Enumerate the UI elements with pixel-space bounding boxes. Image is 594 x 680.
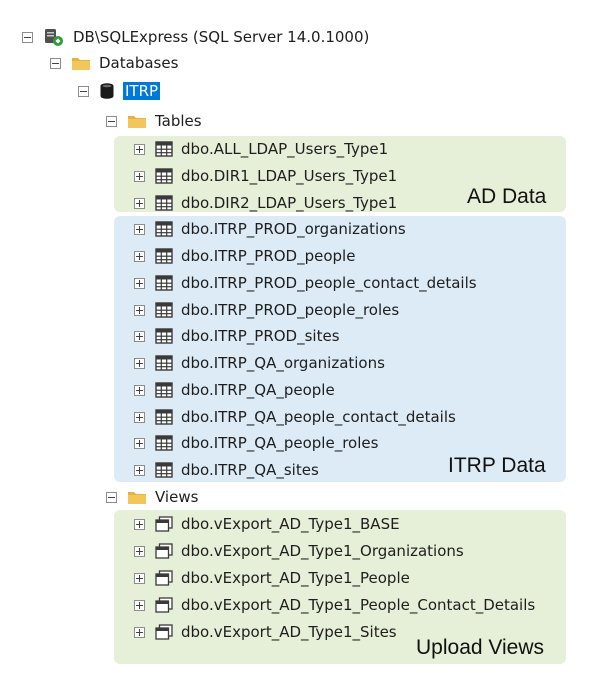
view-node[interactable]: dbo.vExport_AD_Type1_People xyxy=(134,565,410,591)
expand-toggle-icon[interactable] xyxy=(134,304,145,316)
view-icon xyxy=(155,597,173,613)
table-node[interactable]: dbo.DIR1_LDAP_Users_Type1 xyxy=(134,163,397,189)
table-label: dbo.ITRP_PROD_people_contact_details xyxy=(181,274,477,292)
view-node[interactable]: dbo.vExport_AD_Type1_Organizations xyxy=(134,538,464,564)
expand-toggle-icon[interactable] xyxy=(134,357,145,369)
table-label: dbo.ITRP_PROD_people_roles xyxy=(181,301,400,319)
expand-toggle-icon[interactable] xyxy=(134,223,145,235)
table-node[interactable]: dbo.ITRP_PROD_sites xyxy=(134,323,340,349)
folder-icon xyxy=(72,58,90,70)
table-node[interactable]: dbo.ITRP_QA_organizations xyxy=(134,350,385,376)
table-node[interactable]: dbo.ITRP_PROD_people_roles xyxy=(134,297,399,323)
view-node[interactable]: dbo.vExport_AD_Type1_People_Contact_Deta… xyxy=(134,592,535,618)
table-label: dbo.ITRP_QA_people xyxy=(181,381,335,399)
expand-toggle-icon[interactable] xyxy=(134,437,145,449)
view-label: dbo.vExport_AD_Type1_People_Contact_Deta… xyxy=(181,596,536,614)
view-node[interactable]: dbo.vExport_AD_Type1_BASE xyxy=(134,511,400,537)
table-node[interactable]: dbo.ITRP_QA_people_roles xyxy=(134,430,378,456)
expand-toggle-icon[interactable] xyxy=(134,330,145,342)
table-label: dbo.ITRP_PROD_people xyxy=(181,247,356,265)
table-icon xyxy=(155,141,173,157)
ad-data-label: AD Data xyxy=(467,185,547,208)
upload-views-label: Upload Views xyxy=(416,636,545,659)
table-icon xyxy=(155,328,173,344)
table-icon xyxy=(155,355,173,371)
table-label: dbo.ITRP_PROD_sites xyxy=(181,327,340,345)
table-label: dbo.ALL_LDAP_Users_Type1 xyxy=(181,140,389,158)
database-icon xyxy=(100,83,114,99)
tree-node-server[interactable]: DB\SQLExpress (SQL Server 14.0.1000) xyxy=(22,24,369,50)
table-icon xyxy=(155,248,173,264)
expand-toggle-icon[interactable] xyxy=(134,197,145,209)
expand-toggle-icon[interactable] xyxy=(134,143,145,155)
view-icon xyxy=(155,570,173,586)
table-icon xyxy=(155,195,173,211)
table-label: dbo.ITRP_PROD_organizations xyxy=(181,220,406,238)
view-icon xyxy=(155,516,173,532)
table-icon xyxy=(155,462,173,478)
table-node[interactable]: dbo.ITRP_PROD_people_contact_details xyxy=(134,270,477,296)
collapse-toggle-icon[interactable] xyxy=(106,491,117,503)
collapse-toggle-icon[interactable] xyxy=(50,57,61,69)
view-label: dbo.vExport_AD_Type1_Organizations xyxy=(181,542,464,560)
table-label: dbo.ITRP_QA_people_contact_details xyxy=(181,408,456,426)
tree-node-views[interactable]: Views xyxy=(106,484,198,510)
server-icon xyxy=(45,29,63,46)
folder-icon xyxy=(128,116,146,128)
table-node[interactable]: dbo.ALL_LDAP_Users_Type1 xyxy=(134,136,388,162)
table-icon xyxy=(155,221,173,237)
table-label: dbo.ITRP_QA_organizations xyxy=(181,354,385,372)
view-label: dbo.vExport_AD_Type1_BASE xyxy=(181,515,400,533)
table-label: dbo.DIR1_LDAP_Users_Type1 xyxy=(181,167,398,185)
table-label: dbo.ITRP_QA_sites xyxy=(181,461,319,479)
table-icon xyxy=(155,409,173,425)
view-label: dbo.vExport_AD_Type1_People xyxy=(181,569,410,587)
collapse-toggle-icon[interactable] xyxy=(78,85,89,97)
expand-toggle-icon[interactable] xyxy=(134,464,145,476)
table-icon xyxy=(155,435,173,451)
expand-toggle-icon[interactable] xyxy=(134,170,145,182)
table-icon xyxy=(155,302,173,318)
table-node[interactable]: dbo.ITRP_QA_sites xyxy=(134,457,319,483)
view-icon xyxy=(155,624,173,640)
expand-toggle-icon[interactable] xyxy=(134,572,145,584)
table-label: dbo.ITRP_QA_people_roles xyxy=(181,434,379,452)
database-label: ITRP xyxy=(123,82,161,100)
table-node[interactable]: dbo.ITRP_PROD_people xyxy=(134,243,355,269)
itrp-data-label: ITRP Data xyxy=(448,454,546,477)
table-label: dbo.DIR2_LDAP_Users_Type1 xyxy=(181,194,398,212)
table-node[interactable]: dbo.ITRP_QA_people xyxy=(134,377,335,403)
expand-toggle-icon[interactable] xyxy=(134,518,145,530)
tables-label: Tables xyxy=(155,112,202,130)
view-node[interactable]: dbo.vExport_AD_Type1_Sites xyxy=(134,619,397,645)
tree-node-database-itrp[interactable]: ITRP xyxy=(78,78,161,104)
table-node[interactable]: dbo.ITRP_QA_people_contact_details xyxy=(134,404,456,430)
expand-toggle-icon[interactable] xyxy=(134,599,145,611)
expand-toggle-icon[interactable] xyxy=(134,411,145,423)
tree-node-tables[interactable]: Tables xyxy=(106,108,202,134)
table-icon xyxy=(155,168,173,184)
table-node[interactable]: dbo.DIR2_LDAP_Users_Type1 xyxy=(134,190,397,216)
table-icon xyxy=(155,275,173,291)
collapse-toggle-icon[interactable] xyxy=(22,31,33,43)
view-label: dbo.vExport_AD_Type1_Sites xyxy=(181,623,397,641)
expand-toggle-icon[interactable] xyxy=(134,250,145,262)
expand-toggle-icon[interactable] xyxy=(134,545,145,557)
expand-toggle-icon[interactable] xyxy=(134,384,145,396)
folder-icon xyxy=(128,492,146,504)
view-icon xyxy=(155,543,173,559)
collapse-toggle-icon[interactable] xyxy=(106,115,117,127)
table-node[interactable]: dbo.ITRP_PROD_organizations xyxy=(134,216,406,242)
tree-node-databases[interactable]: Databases xyxy=(50,50,178,76)
views-label: Views xyxy=(155,488,199,506)
databases-label: Databases xyxy=(99,54,179,72)
expand-toggle-icon[interactable] xyxy=(134,626,145,638)
table-icon xyxy=(155,382,173,398)
expand-toggle-icon[interactable] xyxy=(134,277,145,289)
server-label: DB\SQLExpress (SQL Server 14.0.1000) xyxy=(73,28,370,46)
